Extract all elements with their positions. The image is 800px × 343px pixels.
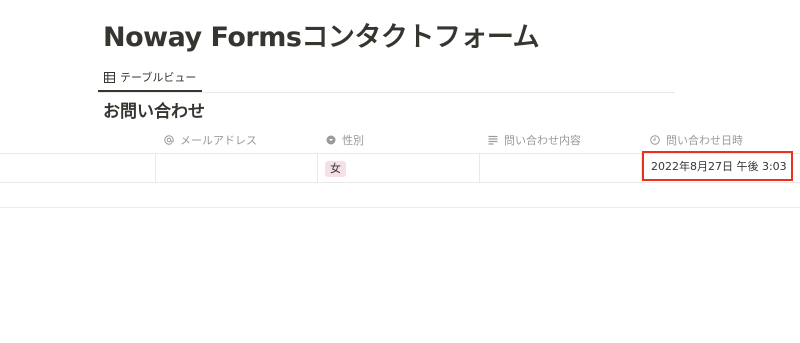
cell-email[interactable]	[156, 154, 318, 182]
datetime-value: 2022年8月27日 午後 3:03	[651, 160, 787, 173]
column-header-datetime[interactable]: 問い合わせ日時	[650, 126, 743, 153]
column-header-content[interactable]: 問い合わせ内容	[488, 126, 581, 153]
gender-tag: 女	[325, 161, 346, 177]
tab-table-view-label: テーブルビュー	[120, 71, 197, 84]
table-icon	[104, 71, 115, 83]
table-header: メールアドレス 性別 問い合わせ内容 問い合わせ日時	[0, 126, 800, 154]
column-header-label: 問い合わせ日時	[666, 133, 743, 147]
column-header-email[interactable]: メールアドレス	[164, 126, 257, 153]
cell-gender[interactable]: 女	[318, 154, 480, 182]
tab-table-view[interactable]: テーブルビュー	[98, 64, 203, 92]
divider	[0, 207, 800, 208]
column-header-label: 性別	[342, 133, 364, 147]
clock-icon	[650, 134, 660, 145]
page-title: Noway Formsコンタクトフォーム	[103, 22, 540, 53]
database-title[interactable]: お問い合わせ	[103, 100, 205, 124]
view-tabs: テーブルビュー	[98, 64, 675, 93]
cell-content[interactable]	[480, 154, 642, 182]
cell-title[interactable]	[0, 154, 156, 182]
select-icon	[326, 135, 336, 145]
at-icon	[164, 134, 174, 145]
text-lines-icon	[488, 135, 498, 145]
column-header-label: 問い合わせ内容	[504, 133, 581, 147]
column-header-gender[interactable]: 性別	[326, 126, 364, 153]
datetime-highlight-box[interactable]: 2022年8月27日 午後 3:03	[642, 151, 793, 181]
column-header-label: メールアドレス	[180, 133, 257, 147]
